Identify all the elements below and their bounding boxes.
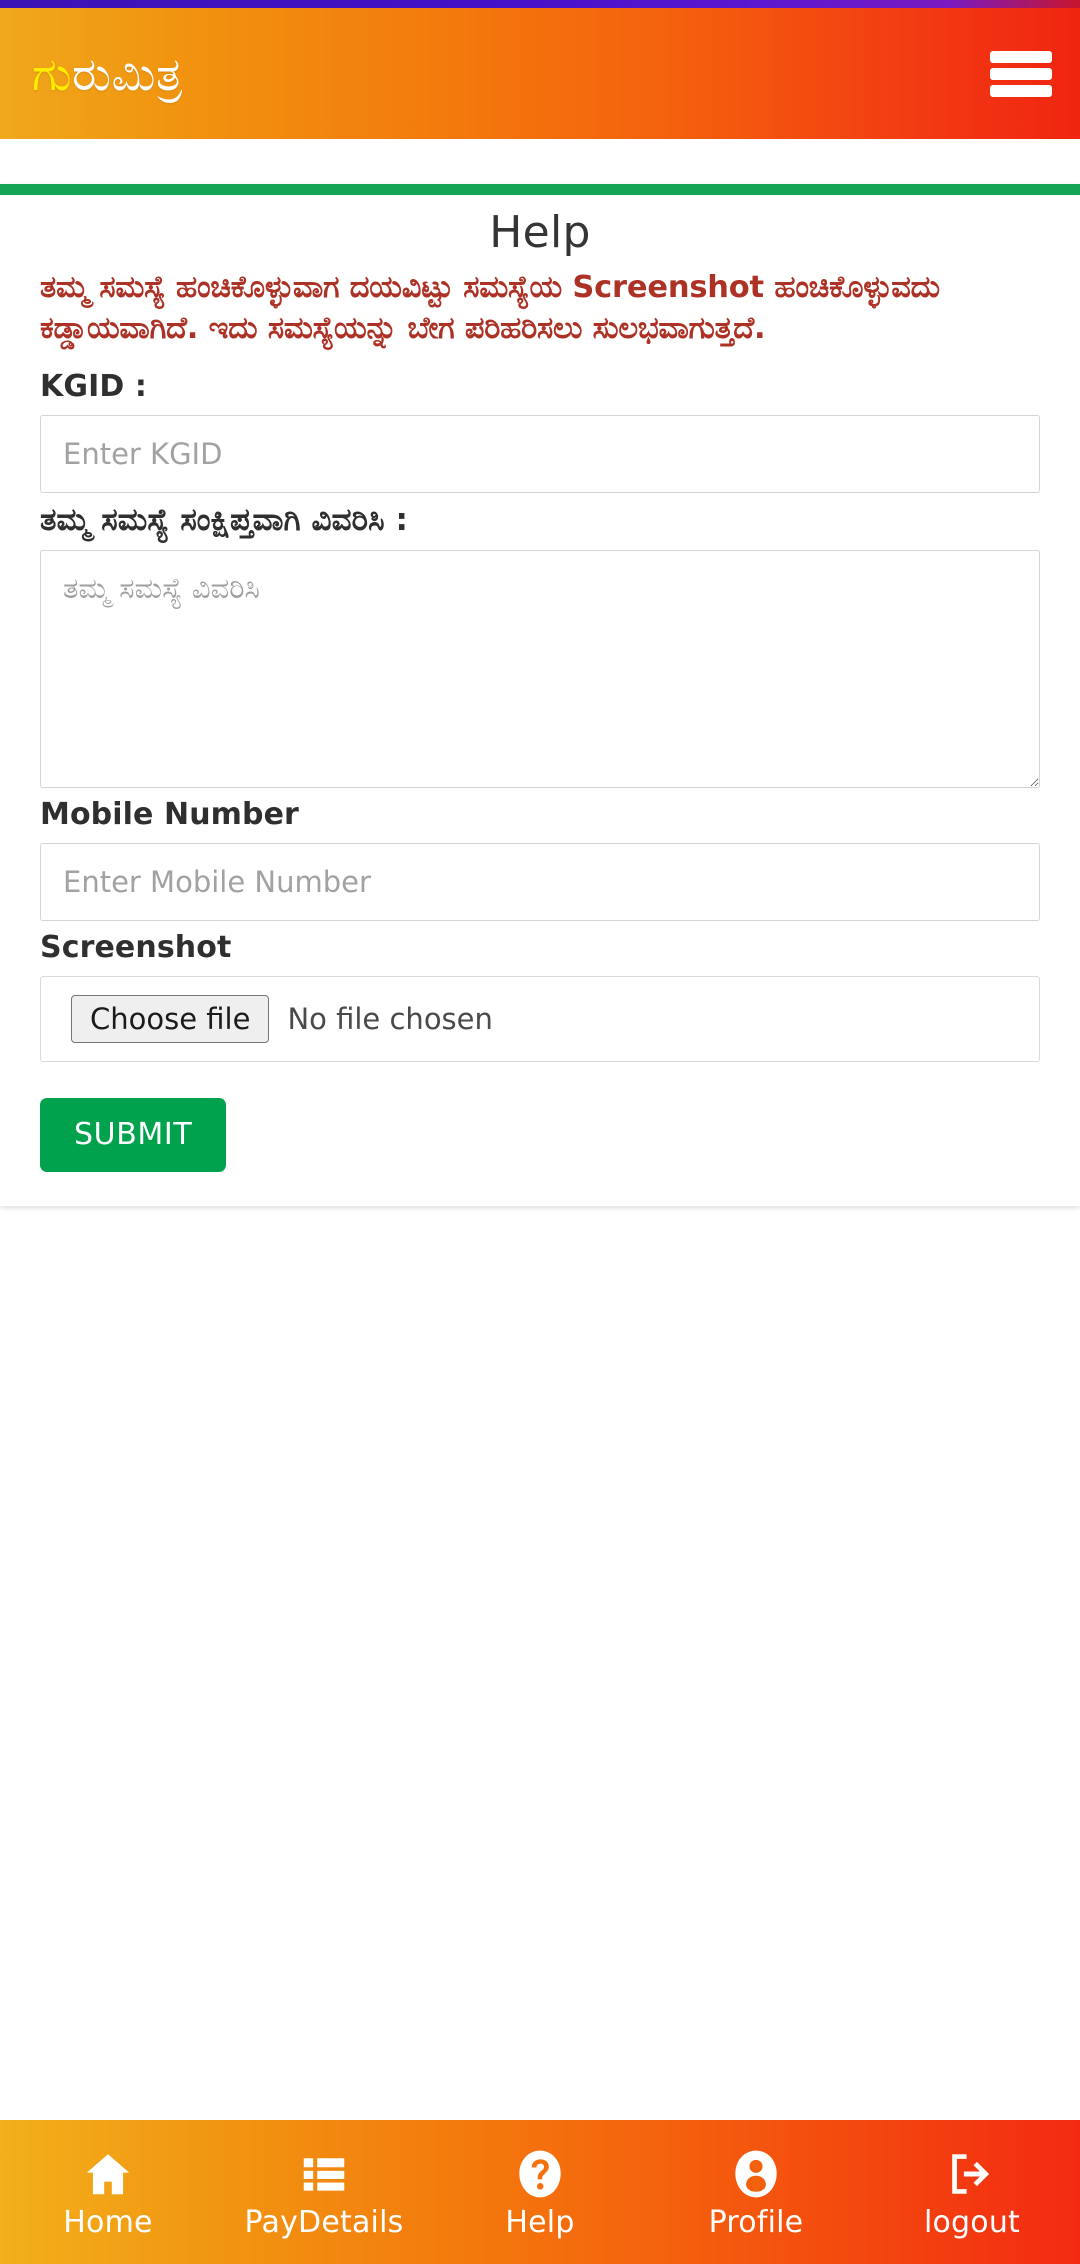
screenshot-mandatory-notice: ತಮ್ಮ ಸಮಸ್ಯೆ ಹಂಚಿಕೊಳ್ಳುವಾಗ ದಯವಿಟ್ಟು ಸಮಸ್ಯ…	[40, 270, 940, 346]
nav-label-profile: Profile	[708, 2204, 804, 2240]
help-form-card: Help ತಮ್ಮ ಸಮಸ್ಯೆ ಹಂಚಿಕೊಳ್ಳುವಾಗ ದಯವಿಟ್ಟು …	[0, 184, 1080, 1207]
nav-label-help: Help	[505, 2204, 575, 2240]
submit-row: SUBMIT	[40, 1098, 1040, 1173]
bottom-navigation-bar: Home PayDetails Help Profile logout	[0, 2120, 1080, 2264]
hamburger-bar-2	[990, 67, 1052, 80]
hamburger-icon[interactable]	[990, 48, 1052, 100]
nav-label-logout: logout	[923, 2204, 1021, 2240]
home-icon	[81, 2147, 135, 2201]
nav-item-home[interactable]: Home	[0, 2147, 216, 2238]
problem-description-label: ತಮ್ಮ ಸಮಸ್ಯೆ ಸಂಕ್ಷಿಪ್ತವಾಗಿ ವಿವರಿಸಿ :	[40, 502, 409, 539]
page-title: Help	[489, 207, 591, 258]
submit-button[interactable]: SUBMIT	[40, 1098, 227, 1173]
app-brand-logo: ಗುರುಮಿತ್ರ	[32, 51, 183, 97]
person-circle-icon	[729, 2147, 783, 2201]
top-app-bar: ಗುರುಮಿತ್ರ	[0, 8, 1080, 139]
logout-icon	[945, 2147, 999, 2201]
problem-field-group: ತಮ್ಮ ಸಮಸ್ಯೆ ಸಂಕ್ಷಿಪ್ತವಾಗಿ ವಿವರಿಸಿ :	[40, 502, 1040, 789]
mobile-number-input[interactable]	[40, 843, 1040, 922]
brand-accent-text: ಗು	[32, 46, 73, 101]
nav-item-logout[interactable]: logout	[864, 2147, 1080, 2238]
nav-item-profile[interactable]: Profile	[648, 2147, 864, 2238]
kgid-field-group: KGID :	[40, 369, 1040, 494]
screenshot-label: Screenshot	[40, 930, 232, 966]
nav-label-home: Home	[63, 2204, 153, 2240]
hamburger-bar-1	[990, 50, 1052, 63]
screenshot-field-group: Screenshot Choose file No file chosen	[40, 930, 1040, 1063]
kgid-label: KGID :	[40, 369, 147, 405]
nav-item-paydetails[interactable]: PayDetails	[216, 2147, 432, 2238]
question-circle-icon	[513, 2147, 567, 2201]
mobile-field-group: Mobile Number	[40, 797, 1040, 922]
status-bar-strip	[0, 0, 1080, 8]
choose-file-button[interactable]: Choose file	[71, 994, 270, 1044]
file-input-row[interactable]: Choose file No file chosen	[40, 976, 1040, 1063]
problem-description-textarea[interactable]	[40, 550, 1040, 789]
nav-item-help[interactable]: Help	[432, 2147, 648, 2238]
mobile-number-label: Mobile Number	[40, 797, 299, 833]
hamburger-bar-3	[990, 84, 1052, 97]
brand-rest-text: ರುಮಿತ್ರ	[72, 46, 183, 101]
list-icon	[297, 2147, 351, 2201]
nav-label-paydetails: PayDetails	[244, 2204, 404, 2240]
kgid-input[interactable]	[40, 415, 1040, 494]
no-file-chosen-text: No file chosen	[287, 1002, 493, 1037]
